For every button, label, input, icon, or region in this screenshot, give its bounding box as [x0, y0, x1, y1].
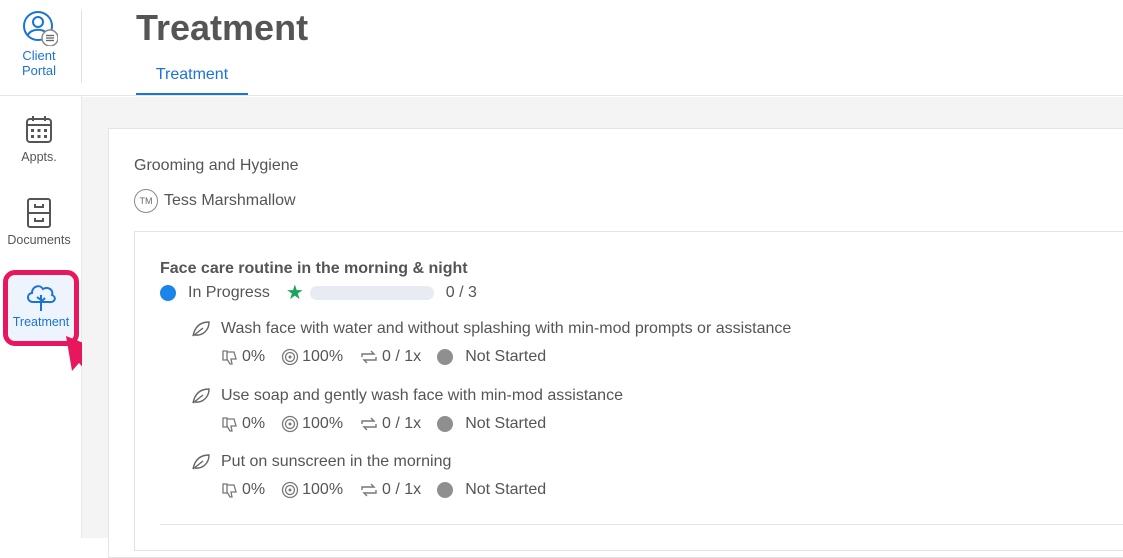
status-dot-icon	[437, 482, 453, 498]
status-dot-icon	[160, 285, 176, 301]
goal-area-title: Grooming and Hygiene	[134, 157, 299, 175]
target-icon	[281, 348, 299, 366]
portal-label-line2: Portal	[0, 63, 78, 78]
goal-card: Face care routine in the morning & night…	[134, 231, 1123, 551]
objective-item: Put on sunscreen in the morning 0% 100%	[191, 453, 546, 499]
objective-status: Not Started	[465, 348, 546, 366]
objective-title[interactable]: Put on sunscreen in the morning	[221, 453, 451, 471]
leaf-icon	[191, 387, 211, 405]
calendar-icon	[22, 113, 56, 147]
objective-metrics: 0% 100% 0 / 1x Not Sta	[221, 348, 791, 366]
progress-bar	[310, 286, 434, 300]
objective-status: Not Started	[465, 415, 546, 433]
file-cabinet-icon	[22, 196, 56, 230]
target-icon	[281, 481, 299, 499]
repeat-icon	[359, 481, 379, 499]
objective-title-row: Put on sunscreen in the morning	[191, 453, 546, 471]
thumbs-down-icon	[221, 481, 239, 499]
negative-value: 0%	[242, 348, 265, 366]
page-header: Treatment Treatment	[82, 0, 1123, 96]
sidebar-item-appts[interactable]: Appts.	[0, 113, 78, 164]
sidebar: Client Portal Appts.	[0, 0, 82, 538]
repeat-value: 0 / 1x	[382, 415, 421, 433]
progress-count: 0 / 3	[446, 284, 477, 302]
goal-owner: TM Tess Marshmallow	[134, 189, 296, 213]
avatar: TM	[134, 189, 158, 213]
goal-title[interactable]: Face care routine in the morning & night	[160, 260, 468, 278]
target-value: 100%	[302, 415, 343, 433]
sidebar-item-label: Treatment	[8, 315, 74, 329]
negative-value: 0%	[242, 481, 265, 499]
repeat-value: 0 / 1x	[382, 348, 421, 366]
objective-metrics: 0% 100% 0 / 1x Not Sta	[221, 481, 546, 499]
sidebar-item-documents[interactable]: Documents	[0, 196, 78, 247]
repeat-icon	[359, 415, 379, 433]
objective-status: Not Started	[465, 481, 546, 499]
sidebar-header: Client Portal	[0, 0, 82, 96]
target-metric: 100%	[281, 481, 343, 499]
objective-title-row: Use soap and gently wash face with min-m…	[191, 387, 623, 405]
target-value: 100%	[302, 481, 343, 499]
client-portal-button[interactable]: Client Portal	[0, 8, 78, 78]
divider	[160, 524, 1123, 525]
objective-title[interactable]: Wash face with water and without splashi…	[221, 320, 791, 338]
status-badge: In Progress	[188, 284, 270, 302]
negative-metric: 0%	[221, 348, 265, 366]
objective-item: Use soap and gently wash face with min-m…	[191, 387, 623, 433]
sidebar-item-label: Documents	[0, 233, 78, 247]
owner-name: Tess Marshmallow	[164, 192, 296, 210]
status-dot-icon	[437, 349, 453, 365]
negative-value: 0%	[242, 415, 265, 433]
status-dot-icon	[437, 416, 453, 432]
negative-metric: 0%	[221, 415, 265, 433]
repeat-icon	[359, 348, 379, 366]
tree-icon	[23, 278, 59, 314]
thumbs-down-icon	[221, 415, 239, 433]
target-metric: 100%	[281, 415, 343, 433]
repeat-metric: 0 / 1x	[359, 415, 421, 433]
repeat-value: 0 / 1x	[382, 481, 421, 499]
leaf-icon	[191, 453, 211, 471]
objective-metrics: 0% 100% 0 / 1x Not Sta	[221, 415, 623, 433]
page-title: Treatment	[136, 7, 308, 49]
thumbs-down-icon	[221, 348, 239, 366]
target-value: 100%	[302, 348, 343, 366]
objective-title-row: Wash face with water and without splashi…	[191, 320, 791, 338]
negative-metric: 0%	[221, 481, 265, 499]
target-metric: 100%	[281, 348, 343, 366]
tab-treatment[interactable]: Treatment	[136, 66, 248, 95]
repeat-metric: 0 / 1x	[359, 481, 421, 499]
objective-title[interactable]: Use soap and gently wash face with min-m…	[221, 387, 623, 405]
main-content: Grooming and Hygiene TM Tess Marshmallow…	[82, 97, 1123, 538]
portal-label-line1: Client	[0, 48, 78, 63]
repeat-metric: 0 / 1x	[359, 348, 421, 366]
sidebar-item-label: Appts.	[0, 150, 78, 164]
leaf-icon	[191, 320, 211, 338]
objective-item: Wash face with water and without splashi…	[191, 320, 791, 366]
star-icon: ★	[286, 285, 304, 301]
goal-status-row: In Progress ★ 0 / 3	[160, 284, 477, 302]
user-icon	[20, 8, 58, 46]
target-icon	[281, 415, 299, 433]
